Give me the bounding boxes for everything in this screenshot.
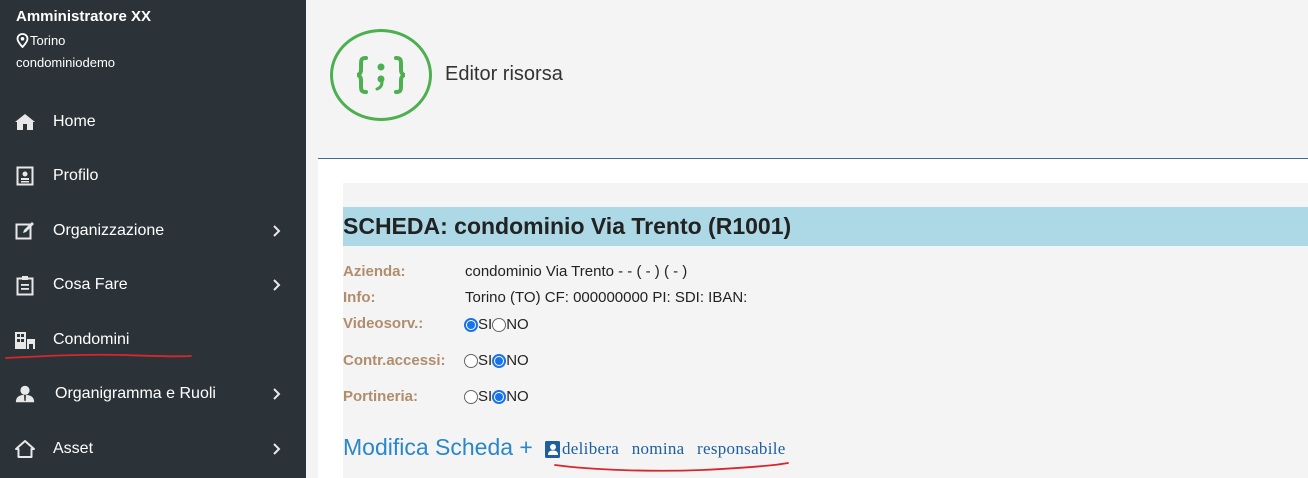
user-name: Amministratore XX <box>16 8 152 25</box>
user-city-label: Torino <box>30 33 66 48</box>
sidebar-item-organigramma-ruoli[interactable]: Organigramma e Ruoli <box>0 374 306 414</box>
radio-si-label: SI <box>478 388 493 405</box>
edit-icon <box>14 220 36 242</box>
contr-accessi-no-radio[interactable] <box>492 353 507 368</box>
radio-no-label: NO <box>506 316 529 333</box>
sidebar: Amministratore XX Torino condominiodemo … <box>0 0 306 478</box>
radio-no-label: NO <box>506 352 529 369</box>
chevron-right-icon <box>273 443 281 455</box>
portineria-radio-group: SI NO <box>464 388 529 405</box>
videosorv-radio-group: SI NO <box>464 316 529 333</box>
user-city: Torino <box>16 33 65 48</box>
radio-no-label: NO <box>506 388 529 405</box>
code-braces-icon <box>330 29 432 121</box>
modifica-scheda-link[interactable]: Modifica Scheda + <box>343 434 533 461</box>
contr-accessi-radio-group: SI NO <box>464 352 529 369</box>
sidebar-item-label: Cosa Fare <box>53 276 128 293</box>
annotation-underline <box>5 353 192 359</box>
scheda-title: SCHEDA: condominio Via Trento (R1001) <box>343 213 792 239</box>
videosorv-label: Videosorv.: <box>343 315 424 332</box>
portineria-si-radio[interactable] <box>464 389 478 404</box>
contr-accessi-si-radio[interactable] <box>464 353 478 368</box>
chevron-right-icon <box>273 279 281 291</box>
info-label: Info: <box>343 289 376 306</box>
profile-icon <box>14 165 36 187</box>
sidebar-item-label: Condomini <box>53 331 130 348</box>
sidebar-item-label: Home <box>53 113 96 130</box>
sidebar-item-label: Organizzazione <box>53 222 165 239</box>
building-icon <box>14 329 36 351</box>
videosorv-si-radio[interactable] <box>464 317 478 332</box>
contr-accessi-label: Contr.accessi: <box>343 352 446 369</box>
sidebar-item-organizzazione[interactable]: Organizzazione <box>0 211 306 251</box>
sidebar-item-cosa-fare[interactable]: Cosa Fare <box>0 265 306 305</box>
delibera-label: delibera nomina responsabile <box>562 439 786 458</box>
map-pin-icon <box>16 33 29 48</box>
radio-si-label: SI <box>478 316 493 333</box>
sidebar-item-home[interactable]: Home <box>0 102 306 142</box>
page-title: Editor risorsa <box>445 63 563 85</box>
sidebar-item-label: Organigramma e Ruoli <box>55 385 216 402</box>
annotation-underline <box>554 462 789 472</box>
house-outline-icon <box>14 438 36 460</box>
videosorv-no-radio[interactable] <box>492 317 507 332</box>
sidebar-item-asset[interactable]: Asset <box>0 429 306 469</box>
user-org: condominiodemo <box>16 55 116 70</box>
sidebar-item-label: Asset <box>53 440 94 457</box>
sidebar-item-label: Profilo <box>53 167 99 184</box>
portineria-label: Portineria: <box>343 388 419 405</box>
azienda-value: condominio Via Trento - - ( - ) ( - ) <box>465 263 688 280</box>
chevron-right-icon <box>273 225 281 237</box>
portineria-no-radio[interactable] <box>492 389 507 404</box>
home-icon <box>14 111 36 133</box>
delibera-link[interactable]: delibera nomina responsabile <box>544 439 786 459</box>
radio-si-label: SI <box>478 352 493 369</box>
clipboard-icon <box>14 274 36 296</box>
chevron-right-icon <box>273 388 281 400</box>
user-tie-icon <box>14 383 36 405</box>
address-book-icon <box>545 440 560 458</box>
azienda-label: Azienda: <box>343 263 406 280</box>
sidebar-item-profilo[interactable]: Profilo <box>0 156 306 196</box>
info-value: Torino (TO) CF: 000000000 PI: SDI: IBAN: <box>465 289 748 306</box>
